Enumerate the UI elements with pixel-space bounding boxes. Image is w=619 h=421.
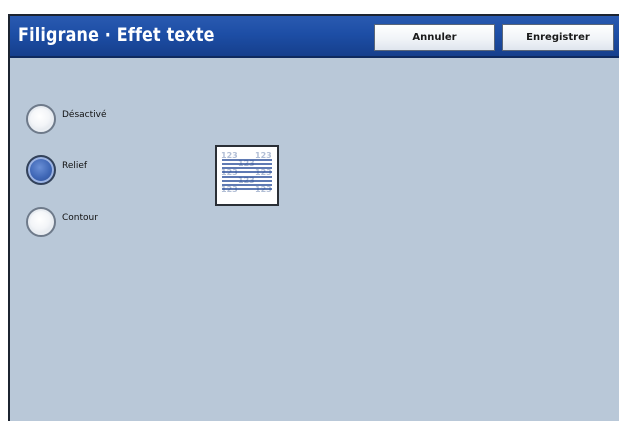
save-button[interactable]: Enregistrer [502,24,614,51]
radio-off[interactable] [26,104,56,134]
preview-digit-1: 123 [221,151,238,160]
header-bar: Filigrane · Effet texte Annuler Enregist… [10,16,619,58]
preview-svg: 123 123 123 123 123 123 123 123 [221,151,272,194]
radio-relief[interactable] [26,155,56,185]
option-relief-label: Relief [62,161,88,171]
option-contour-label: Contour [62,213,98,223]
preview-digit-2: 123 [255,151,272,160]
page-title: Filigrane · Effet texte [18,24,215,46]
watermark-text-effect-screen: Filigrane · Effet texte Annuler Enregist… [8,14,619,421]
radio-contour[interactable] [26,207,56,237]
cancel-button[interactable]: Annuler [374,24,495,51]
relief-preview-image: 123 123 123 123 123 123 123 123 [215,145,279,206]
option-off-label: Désactivé [62,110,107,120]
